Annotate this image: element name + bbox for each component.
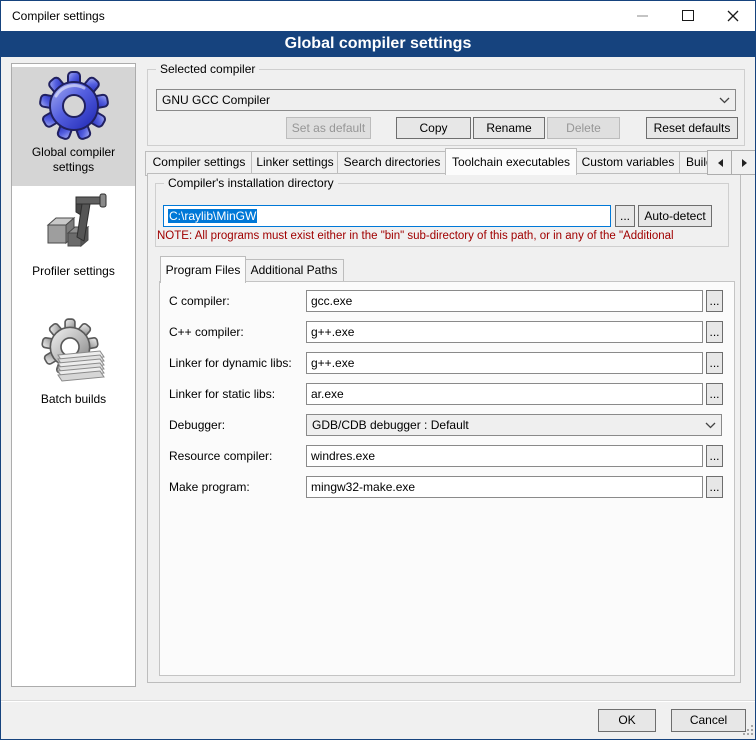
c-compiler-value: gcc.exe	[311, 294, 352, 308]
resource-compiler-browse-button[interactable]: ...	[706, 445, 723, 467]
resource-compiler-value: windres.exe	[311, 449, 375, 463]
make-program-browse-button[interactable]: ...	[706, 476, 723, 498]
sidebar-item-batch-builds[interactable]: Batch builds	[12, 317, 135, 423]
cpp-compiler-label: C++ compiler:	[169, 325, 244, 339]
blue-gear-icon	[38, 70, 110, 142]
make-program-input[interactable]: mingw32-make.exe	[306, 476, 703, 498]
static-linker-browse-button[interactable]: ...	[706, 383, 723, 405]
resource-compiler-input[interactable]: windres.exe	[306, 445, 703, 467]
set-as-default-button[interactable]: Set as default	[286, 117, 371, 139]
dynamic-linker-browse-button[interactable]: ...	[706, 352, 723, 374]
footer-divider	[1, 700, 755, 701]
install-directory-value: C:\raylib\MinGW	[168, 209, 257, 223]
reset-defaults-button[interactable]: Reset defaults	[646, 117, 738, 139]
delete-button[interactable]: Delete	[547, 117, 620, 139]
resize-grip[interactable]	[743, 725, 745, 727]
maximize-button[interactable]	[665, 1, 710, 30]
gear-stack-icon	[38, 317, 110, 389]
sidebar-item-label: Global compiler settings	[12, 145, 135, 175]
c-compiler-input[interactable]: gcc.exe	[306, 290, 703, 312]
minimize-icon	[637, 15, 648, 17]
minimize-button[interactable]	[620, 1, 665, 30]
static-linker-input[interactable]: ar.exe	[306, 383, 703, 405]
sidebar-item-profiler-settings[interactable]: Profiler settings	[12, 189, 135, 293]
bin-directory-note: NOTE: All programs must exist either in …	[157, 230, 727, 242]
window-title: Compiler settings	[12, 9, 105, 23]
close-button[interactable]	[710, 1, 755, 30]
cpp-compiler-input[interactable]: g++.exe	[306, 321, 703, 343]
dynamic-linker-input[interactable]: g++.exe	[306, 352, 703, 374]
settings-category-list: Global compiler settings	[11, 63, 136, 687]
static-linker-value: ar.exe	[311, 387, 344, 401]
title-bar[interactable]: Compiler settings	[1, 1, 755, 31]
copy-button[interactable]: Copy	[396, 117, 471, 139]
debugger-label: Debugger:	[169, 418, 225, 432]
tab-toolchain-executables-face[interactable]: Toolchain executables	[445, 148, 577, 175]
auto-detect-button[interactable]: Auto-detect	[638, 205, 712, 227]
sidebar-item-label: Profiler settings	[12, 264, 135, 279]
chevron-down-icon	[719, 97, 730, 104]
sidebar-item-global-compiler-settings[interactable]: Global compiler settings	[12, 67, 135, 186]
compiler-settings-dialog: Compiler settings Global compiler settin…	[0, 0, 756, 740]
c-compiler-browse-button[interactable]: ...	[706, 290, 723, 312]
install-directory-input[interactable]: C:\raylib\MinGW	[163, 205, 611, 227]
install-directory-browse-button[interactable]: ...	[615, 205, 635, 227]
tab-program-files-face[interactable]: Program Files	[160, 256, 246, 283]
cancel-button[interactable]: Cancel	[671, 709, 746, 732]
cpp-compiler-browse-button[interactable]: ...	[706, 321, 723, 343]
compiler-select[interactable]: GNU GCC Compiler	[156, 89, 736, 111]
selected-compiler-legend: Selected compiler	[156, 62, 259, 76]
c-compiler-label: C compiler:	[169, 294, 230, 308]
sidebar-item-label: Batch builds	[12, 392, 135, 407]
compiler-select-value: GNU GCC Compiler	[162, 93, 719, 107]
cpp-compiler-value: g++.exe	[311, 325, 354, 339]
dynamic-linker-label: Linker for dynamic libs:	[169, 356, 292, 370]
ok-button[interactable]: OK	[598, 709, 656, 732]
rename-button[interactable]: Rename	[473, 117, 545, 139]
static-linker-label: Linker for static libs:	[169, 387, 275, 401]
maximize-icon	[682, 10, 694, 21]
tab-scroll-left-button[interactable]	[707, 150, 733, 175]
install-directory-legend: Compiler's installation directory	[164, 176, 338, 190]
close-icon	[727, 10, 739, 22]
debugger-combo[interactable]: GDB/CDB debugger : Default	[306, 414, 722, 436]
debugger-value: GDB/CDB debugger : Default	[312, 418, 705, 432]
caliper-icon	[38, 189, 110, 261]
tab-scroll-right-icon	[742, 159, 747, 167]
page-title: Global compiler settings	[1, 31, 755, 57]
tab-scroll-left-icon	[718, 159, 723, 167]
resource-compiler-label: Resource compiler:	[169, 449, 272, 463]
dynamic-linker-value: g++.exe	[311, 356, 354, 370]
chevron-down-icon	[705, 422, 716, 429]
make-program-value: mingw32-make.exe	[311, 480, 415, 494]
make-program-label: Make program:	[169, 480, 250, 494]
tab-scroll-right-button[interactable]	[731, 150, 756, 175]
